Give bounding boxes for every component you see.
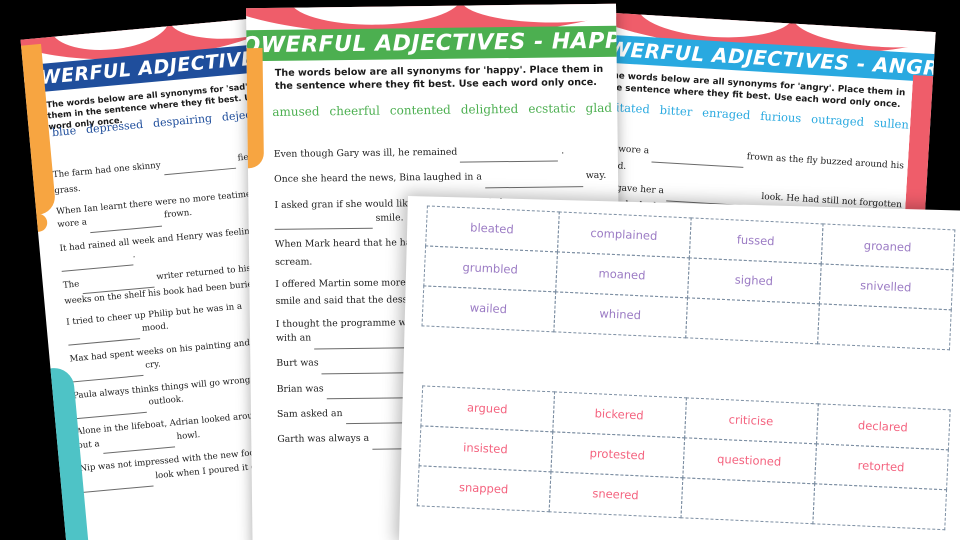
wordbank-word: sullen	[873, 115, 910, 132]
answer-blank[interactable]	[73, 398, 147, 420]
answer-blank[interactable]	[314, 332, 413, 349]
worksheet-happy-wordbank: amused cheerful contented delighted ecstatic…	[267, 100, 622, 122]
word-card[interactable]	[816, 302, 952, 350]
answer-blank[interactable]	[89, 211, 163, 233]
answer-blank[interactable]	[101, 433, 175, 454]
wordbank-word: despairing	[152, 111, 213, 131]
wordbank-word: outraged	[810, 111, 865, 129]
word-card-table-said: argued bickered criticise declared insisted p…	[416, 384, 951, 530]
wordbank-word: ecstatic	[528, 101, 576, 116]
wordbank-word: glad	[585, 100, 613, 116]
wordbank-word: enraged	[701, 105, 751, 123]
word-card[interactable]: whined	[552, 290, 688, 338]
answer-blank[interactable]	[162, 154, 236, 176]
wordbank-word: delighted	[460, 101, 519, 117]
wordbank-word: cheerful	[329, 103, 380, 119]
answer-blank[interactable]	[274, 213, 373, 231]
worksheet-happy-instructions: The words below are all synonyms for 'ha…	[274, 63, 604, 92]
word-card[interactable]: snapped	[416, 464, 552, 512]
worksheet-sentence: Once she heard the news, Bina laughed in…	[274, 169, 608, 190]
answer-blank[interactable]	[70, 361, 144, 383]
worksheet-sentence: Even though Gary was ill, he remained .	[274, 144, 608, 165]
screenshot-stage: POWERFUL ADJECTIVES - SAD The words belo…	[0, 0, 960, 540]
word-card[interactable]: sneered	[548, 470, 683, 518]
wordbank-word: bitter	[659, 102, 693, 119]
decorative-orange-tab	[246, 48, 264, 169]
answer-blank[interactable]	[80, 472, 154, 493]
wordbank-word: amused	[272, 104, 320, 119]
word-card[interactable]: wailed	[420, 284, 556, 332]
wordbank-word: depressed	[85, 117, 144, 137]
answer-blank[interactable]	[67, 325, 141, 346]
word-card[interactable]	[680, 476, 815, 524]
wordbank-word: contented	[389, 102, 451, 118]
wordbank-word: furious	[759, 108, 802, 126]
wordbank-word: blue	[51, 124, 77, 140]
answer-blank[interactable]	[460, 146, 559, 164]
answer-blank[interactable]	[60, 251, 134, 273]
answer-blank[interactable]	[81, 273, 155, 295]
answer-blank[interactable]	[484, 171, 583, 189]
word-card-table-cry: bleated complained fussed groaned grumbled mo…	[420, 204, 955, 350]
word-card[interactable]	[811, 482, 947, 530]
worksheet-happy-title: POWERFUL ADJECTIVES - HAPPY	[246, 25, 623, 62]
word-cards-sheet[interactable]: bleated complained fussed groaned grumbled mo…	[398, 196, 960, 540]
answer-blank[interactable]	[651, 147, 745, 168]
word-card[interactable]	[684, 296, 820, 344]
